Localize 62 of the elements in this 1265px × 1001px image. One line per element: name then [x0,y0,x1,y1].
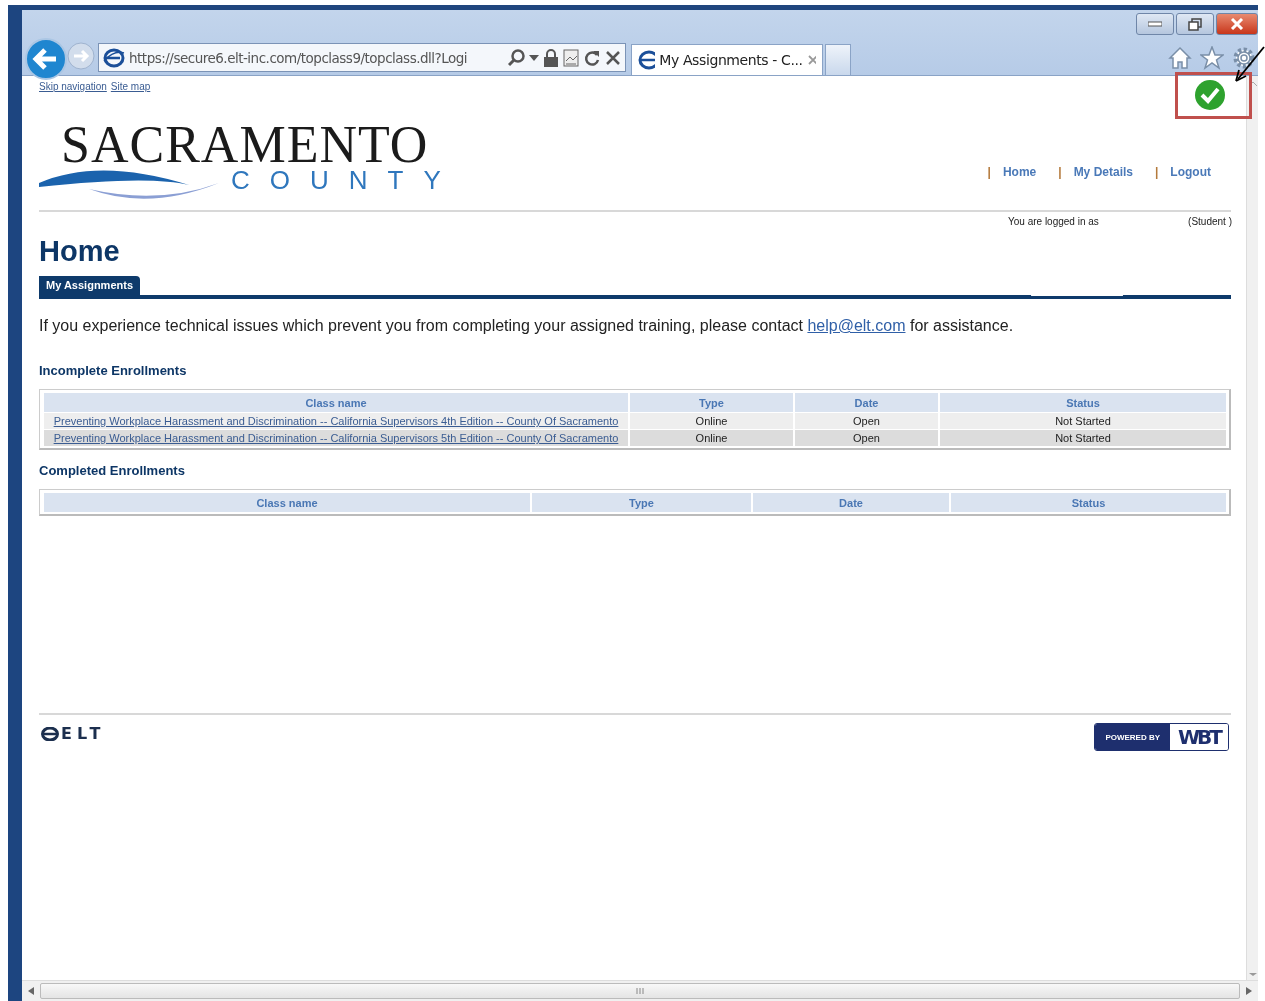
column-header: Type [532,493,751,512]
email-link[interactable]: help@elt.com [807,317,906,334]
star-icon[interactable] [1200,46,1224,70]
table-cell: Open [795,430,938,446]
browser-logo-icon [638,50,656,70]
close-icon [1230,18,1244,30]
back-button[interactable] [24,39,68,79]
section-title: Completed Enrollments [39,463,186,478]
skip-link[interactable]: Skip navigation [39,81,107,92]
restore-button[interactable] [1176,13,1214,35]
nav-link[interactable]: Home [1002,165,1037,179]
column-header: Status [951,493,1226,512]
powered-by-badge: POWERED BY WBT [1094,723,1229,751]
lock-icon[interactable] [543,48,559,67]
nav-separator: | [1155,165,1159,179]
checkmark-icon [1194,79,1226,111]
pointer-arrow [1234,46,1265,82]
table-cell: Not Started [940,413,1226,429]
elt-logo: ELT [41,724,106,743]
close-tab-icon[interactable] [806,54,816,66]
vertical-scrollbar[interactable] [1246,76,1258,980]
scroll-left-icon[interactable] [28,987,34,995]
refresh-icon[interactable] [583,48,601,67]
grip-icon [636,988,644,994]
scroll-right-icon[interactable] [1246,987,1252,995]
column-header: Date [753,493,949,512]
url-text: https://secure6.elt-inc.com/topclass9/topclass.dll?Logi [129,49,469,66]
address-bar[interactable]: https://secure6.elt-inc.com/topclass9/topclass.dll?Logi [98,43,626,72]
nav-separator: | [1058,165,1062,179]
skip-link[interactable]: Site map [110,81,151,92]
column-header: Class name [44,493,530,512]
page-tab[interactable]: My Assignments [39,276,140,295]
support-notice: If you experience technical issues which prevent you from completing your assigned training, please contact help@elt.com for assistance. [39,317,1015,335]
nav-link[interactable]: Logout [1170,165,1211,179]
table-cell: Online [630,413,793,429]
settings-icon[interactable] [1232,46,1256,70]
column-header: Status [940,393,1226,412]
column-header: Date [795,393,938,412]
table-cell: Open [795,413,938,429]
home-icon[interactable] [1168,46,1192,70]
nav-link[interactable]: My Details [1073,165,1133,179]
search-icon[interactable] [507,48,525,67]
compatibility-icon[interactable] [563,48,579,67]
stop-icon[interactable] [605,49,621,66]
restore-icon [1188,17,1202,31]
minimize-icon [1148,21,1162,27]
column-header: Type [630,393,793,412]
county-logo: SACRAMENTO COUNTY [39,115,449,207]
login-status: You are logged in as [1008,216,1099,228]
horizontal-scrollbar[interactable] [22,980,1258,1001]
table-cell: Online [630,430,793,446]
dropdown-caret-icon[interactable] [529,54,539,61]
user-role: (Student ) [1188,216,1232,228]
browser-logo-icon [103,47,125,68]
minimize-button[interactable] [1136,13,1174,35]
table-cell: Not Started [940,430,1226,446]
browser-tab[interactable]: My Assignments - C... [631,44,823,75]
close-button[interactable] [1216,13,1258,35]
nav-separator: | [987,165,991,179]
section-title: Incomplete Enrollments [39,363,188,378]
page-title: Home [39,235,121,267]
column-header: Class name [44,393,628,412]
